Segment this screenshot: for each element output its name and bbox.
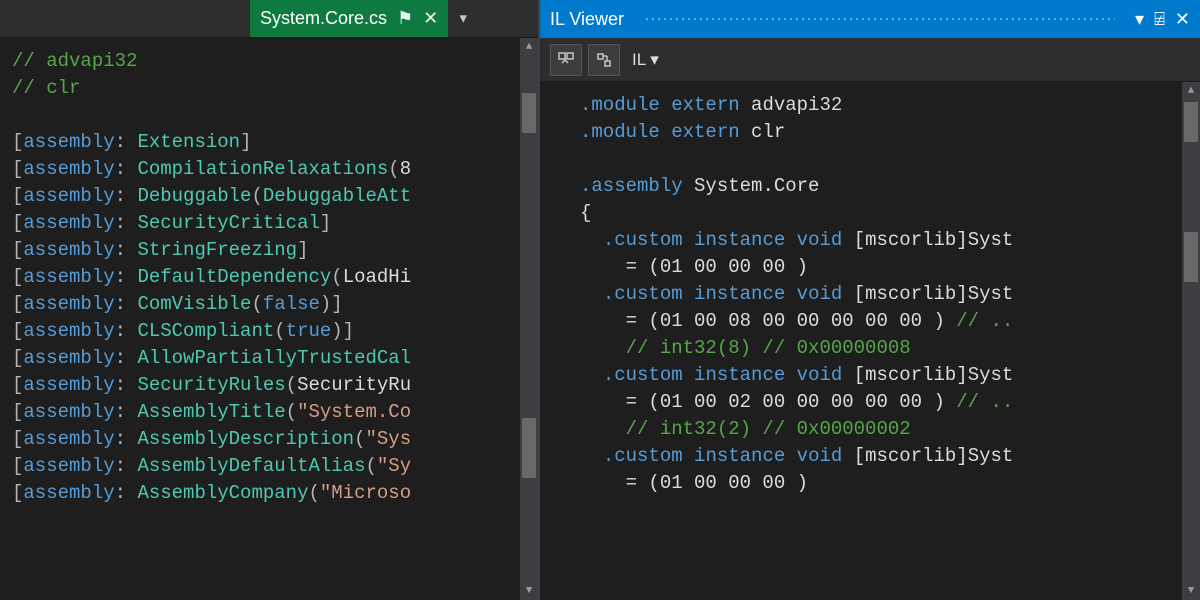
close-icon[interactable]: ✕ xyxy=(423,8,438,29)
scroll-thumb[interactable] xyxy=(1184,102,1198,142)
code-content[interactable]: // advapi32 // clr [assembly: Extension]… xyxy=(0,38,520,600)
chevron-down-icon: ▾ xyxy=(650,50,659,70)
scrollbar-vertical[interactable]: ▲ ▼ xyxy=(520,38,538,600)
scroll-down-icon[interactable]: ▼ xyxy=(1182,582,1200,600)
tab-label: System.Core.cs xyxy=(260,8,387,29)
scroll-thumb[interactable] xyxy=(1184,232,1198,282)
scroll-up-icon[interactable]: ▲ xyxy=(1182,82,1200,100)
pin-icon[interactable]: ⍯ xyxy=(1154,9,1165,30)
il-mode-dropdown[interactable]: IL ▾ xyxy=(632,50,659,70)
pin-icon[interactable]: ⚑ xyxy=(397,8,413,29)
scroll-up-icon[interactable]: ▲ xyxy=(520,38,538,56)
il-toolbar: IL ▾ xyxy=(540,38,1200,82)
code-editor[interactable]: // advapi32 // clr [assembly: Extension]… xyxy=(0,38,538,600)
il-viewer-pane: IL Viewer ▾ ⍯ ✕ IL ▾ .module extern adva… xyxy=(540,0,1200,600)
scroll-thumb[interactable] xyxy=(522,93,536,133)
sync-icon[interactable] xyxy=(550,44,582,76)
close-icon[interactable]: ✕ xyxy=(1175,9,1190,30)
tool-window-title: IL Viewer xyxy=(550,9,624,30)
il-content[interactable]: .module extern advapi32 .module extern c… xyxy=(540,82,1182,600)
tab-bar: System.Core.cs ⚑ ✕ ▾ xyxy=(0,0,538,38)
scroll-thumb[interactable] xyxy=(522,418,536,478)
tab-overflow-icon[interactable]: ▾ xyxy=(448,0,478,37)
il-editor[interactable]: .module extern advapi32 .module extern c… xyxy=(540,82,1200,600)
tool-window-header[interactable]: IL Viewer ▾ ⍯ ✕ xyxy=(540,0,1200,38)
active-tab[interactable]: System.Core.cs ⚑ ✕ xyxy=(250,0,448,37)
chevron-down-icon[interactable]: ▾ xyxy=(1135,9,1144,30)
navigate-icon[interactable] xyxy=(588,44,620,76)
grip-dots[interactable] xyxy=(644,16,1115,22)
scroll-down-icon[interactable]: ▼ xyxy=(520,582,538,600)
scrollbar-vertical[interactable]: ▲ ▼ xyxy=(1182,82,1200,600)
code-editor-pane: System.Core.cs ⚑ ✕ ▾ // advapi32 // clr … xyxy=(0,0,540,600)
